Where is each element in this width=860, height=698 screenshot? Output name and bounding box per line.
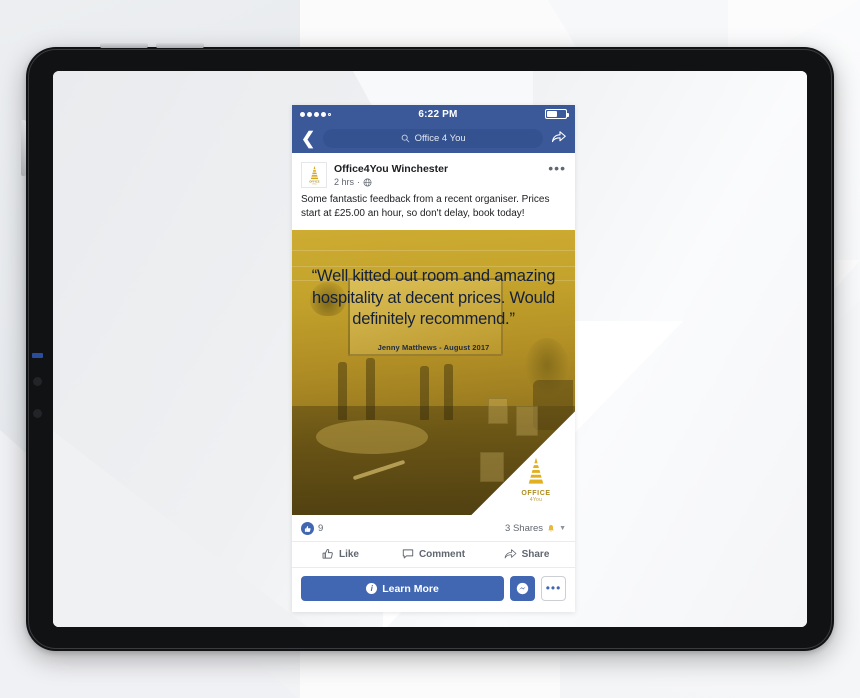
comment-bubble-icon [402, 549, 414, 559]
office4you-logo-icon: OFFICE 4You [309, 165, 319, 185]
thumbs-up-outline-icon [322, 549, 333, 560]
more-actions-button[interactable]: ••• [541, 576, 566, 602]
learn-more-label: Learn More [382, 582, 439, 595]
search-icon [401, 134, 409, 142]
power-button[interactable] [21, 120, 26, 176]
status-led [32, 353, 43, 358]
page-background: 6:22 PM ❮ Office 4 You OFFICE 4You Offic… [0, 0, 860, 698]
tablet-device: 6:22 PM ❮ Office 4 You OFFICE 4You Offic… [21, 43, 834, 651]
brand-logo: OFFICE 4You [509, 456, 563, 503]
testimonial-quote: “Well kitted out room and amazing hospit… [311, 267, 556, 329]
share-arrow-icon [504, 549, 516, 559]
photo-glass [488, 398, 508, 425]
photo-bottle [444, 364, 453, 421]
svg-text:4You: 4You [312, 184, 317, 185]
like-button-label: Like [338, 548, 359, 560]
photo-wall-line [292, 250, 575, 252]
photo-bottle [338, 362, 347, 421]
messenger-icon [516, 583, 529, 595]
chevron-down-icon[interactable]: ▼ [559, 525, 566, 532]
cta-bar: i Learn More ••• [292, 568, 575, 612]
tablet-screen: 6:22 PM ❮ Office 4 You OFFICE 4You Offic… [53, 71, 807, 627]
separator-dot: · [357, 177, 361, 188]
engagement-bar: 9 3 Shares ▼ [292, 515, 575, 543]
navigation-bar: ❮ Office 4 You [292, 123, 575, 153]
avatar[interactable]: OFFICE 4You [301, 162, 327, 188]
post-body-text: Some fantastic feedback from a recent or… [301, 194, 550, 220]
page-name[interactable]: Office4You Winchester [334, 163, 541, 175]
post-subline: 2 hrs · [334, 177, 541, 187]
post-header: OFFICE 4You Office4You Winchester 2 hrs … [292, 153, 575, 193]
shares-group[interactable]: 3 Shares ▼ [505, 523, 566, 534]
photo-glass [480, 452, 504, 483]
sensor-dot [33, 409, 42, 418]
reaction-thumbs-up-icon[interactable] [301, 522, 314, 536]
learn-more-button[interactable]: i Learn More [301, 576, 504, 602]
share-button[interactable]: Share [480, 548, 573, 560]
status-bar-clock: 6:22 PM [418, 108, 458, 120]
post-options-icon[interactable]: ••• [548, 161, 566, 176]
comment-button-label: Comment [418, 548, 466, 560]
post-timestamp: 2 hrs [334, 177, 355, 188]
globe-icon [363, 178, 372, 187]
photo-glass [516, 406, 538, 437]
back-chevron-icon[interactable]: ❮ [301, 130, 315, 147]
info-icon: i [366, 583, 378, 595]
status-bar: 6:22 PM [292, 105, 575, 123]
wallpaper-facet [53, 431, 313, 627]
post-image[interactable]: “Well kitted out room and amazing hospit… [292, 230, 575, 516]
photo-bottle [366, 358, 375, 421]
volume-down-button[interactable] [156, 43, 204, 48]
post-meta: Office4You Winchester 2 hrs · [334, 162, 541, 187]
share-button-label: Share [521, 548, 550, 560]
logo-subtext: 4You [529, 497, 543, 504]
share-count-label: 3 Shares [505, 523, 544, 535]
like-button[interactable]: Like [294, 548, 387, 560]
logo-wordmark: OFFICE [521, 490, 551, 498]
search-input[interactable]: Office 4 You [323, 128, 543, 148]
like-count: 9 [318, 523, 324, 535]
volume-up-button[interactable] [100, 43, 148, 48]
testimonial-attribution: Jenny Matthews - August 2017 [377, 342, 490, 352]
quote-overlay: “Well kitted out room and amazing hospit… [292, 266, 575, 351]
facebook-app-window: 6:22 PM ❮ Office 4 You OFFICE 4You Offic… [292, 105, 575, 613]
share-arrow-icon[interactable] [551, 130, 566, 147]
photo-bottle [420, 366, 429, 421]
bell-icon [548, 525, 554, 532]
battery-icon [545, 109, 569, 119]
office4you-cone-icon [527, 457, 545, 485]
action-bar: Like Comment Share [292, 542, 575, 569]
camera-lens [33, 377, 42, 386]
messenger-button[interactable] [510, 576, 535, 602]
signal-strength-icon [300, 111, 331, 117]
search-value: Office 4 You [414, 132, 466, 144]
comment-button[interactable]: Comment [387, 548, 480, 560]
